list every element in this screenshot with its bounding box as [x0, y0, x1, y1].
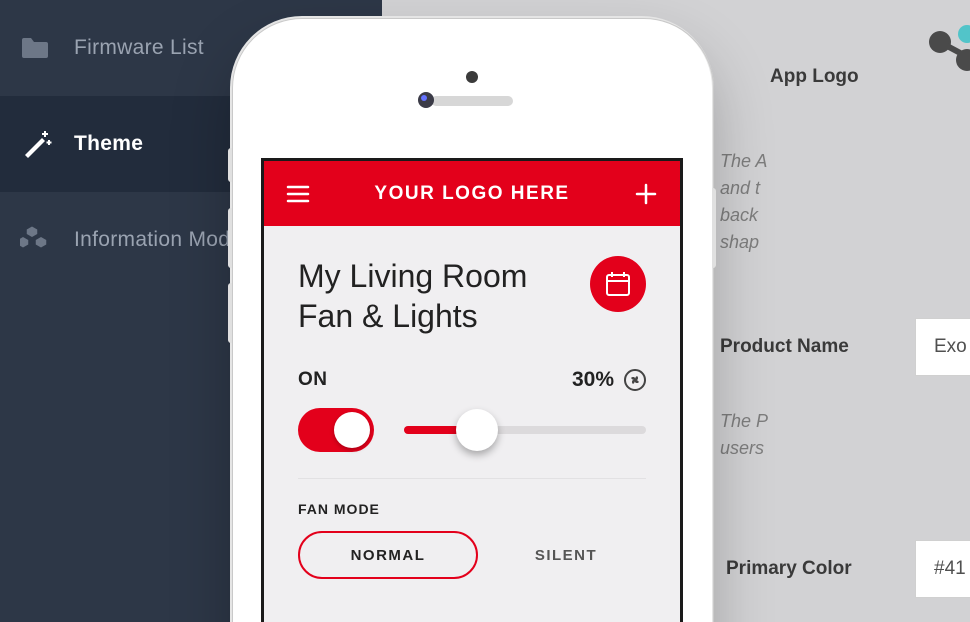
viewport: Firmware List Theme Information Mod App … [0, 0, 970, 622]
hamburger-icon [286, 184, 310, 204]
slider-thumb [456, 409, 498, 451]
phone-screen: YOUR LOGO HERE My Living Room Fan & Ligh… [261, 158, 683, 622]
device-name: My Living Room Fan & Lights [298, 256, 590, 336]
app-title: YOUR LOGO HERE [374, 183, 569, 205]
cubes-icon [20, 225, 62, 255]
phone-power-button [712, 188, 716, 268]
phone-volume-up [228, 208, 232, 268]
fan-icon [624, 369, 646, 391]
app-logo-label: App Logo [770, 66, 859, 88]
fan-speed-value: 30% [572, 368, 646, 392]
sidebar-item-label: Firmware List [74, 36, 204, 60]
wand-icon [20, 129, 62, 159]
fan-mode-heading: FAN MODE [264, 479, 680, 531]
schedule-button[interactable] [590, 256, 646, 312]
controls-row [264, 398, 680, 478]
product-name-help: The P users [720, 408, 970, 462]
fan-mode-options: NORMAL SILENT [264, 531, 680, 609]
phone-mute-switch [228, 148, 232, 182]
phone-camera [418, 92, 434, 108]
phone-volume-down [228, 283, 232, 343]
app-logo-help: The A and t back shap [720, 148, 970, 256]
sidebar-item-label: Information Mod [74, 228, 230, 252]
product-name-input[interactable]: Exo [915, 318, 970, 376]
settings-column: App Logo The A and t back shap Product N… [720, 0, 970, 622]
sidebar-item-label: Theme [74, 132, 143, 156]
phone-sensor [466, 71, 478, 83]
phone-speaker [431, 96, 513, 106]
primary-color-input[interactable]: #41 [915, 540, 970, 598]
power-state-label: ON [298, 369, 328, 391]
calendar-icon [603, 269, 633, 299]
fan-mode-silent[interactable]: SILENT [486, 531, 646, 579]
switch-knob [334, 412, 370, 448]
add-button[interactable] [632, 180, 660, 208]
app-topbar: YOUR LOGO HERE [264, 161, 680, 226]
primary-color-label: Primary Color [726, 558, 852, 580]
device-header: My Living Room Fan & Lights [264, 226, 680, 354]
fan-mode-normal[interactable]: NORMAL [298, 531, 478, 579]
state-row: ON 30% [264, 354, 680, 398]
menu-button[interactable] [284, 180, 312, 208]
plus-icon [634, 182, 658, 206]
power-switch[interactable] [298, 408, 374, 452]
product-name-label: Product Name [720, 336, 849, 358]
fan-speed-slider[interactable] [404, 426, 646, 434]
phone-frame: YOUR LOGO HERE My Living Room Fan & Ligh… [232, 18, 712, 622]
app-logo-preview[interactable] [920, 22, 970, 72]
folder-icon [20, 36, 62, 60]
